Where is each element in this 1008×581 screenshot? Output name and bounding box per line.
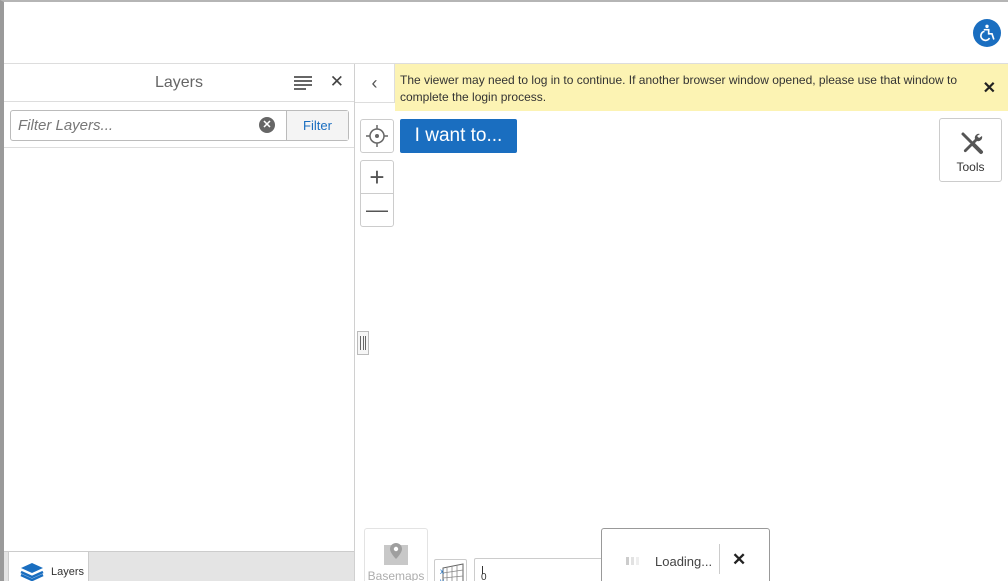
map-pin-icon: [384, 543, 408, 565]
loading-toast: Loading... ✕: [601, 528, 770, 581]
crosshair-icon: [366, 125, 388, 147]
basemaps-label: Basemaps: [367, 569, 425, 581]
filter-row: ✕ Filter: [4, 102, 354, 148]
accessibility-button[interactable]: [973, 19, 1001, 47]
login-notice-text: The viewer may need to log in to continu…: [400, 73, 957, 104]
accessibility-icon: [980, 24, 995, 42]
layers-panel-header: Layers ✕: [4, 64, 354, 102]
tab-layers[interactable]: Layers: [8, 551, 89, 581]
tools-label: Tools: [956, 160, 985, 174]
panel-resize-handle[interactable]: [357, 331, 369, 355]
list-menu-icon[interactable]: [294, 76, 312, 90]
scale-zero-label: 0: [481, 572, 487, 581]
scale-bar: 0: [474, 558, 614, 581]
coordinate-grid-button[interactable]: x y: [434, 559, 467, 581]
notice-close-button[interactable]: ✕: [983, 78, 996, 98]
app-window: Layers ✕ ✕ Filter Layers: [0, 0, 1008, 581]
top-bar: [4, 2, 1008, 64]
basemaps-button[interactable]: Basemaps: [364, 528, 428, 581]
clear-circle-icon[interactable]: ✕: [259, 117, 275, 133]
layers-stack-icon: [20, 563, 44, 581]
panel-tab-bar: Layers: [4, 551, 354, 581]
wrench-screwdriver-icon: [961, 132, 983, 154]
locate-button[interactable]: [360, 119, 394, 153]
loading-divider: [719, 544, 720, 574]
tools-button[interactable]: Tools: [939, 118, 1002, 182]
filter-button[interactable]: Filter: [286, 111, 348, 140]
layers-panel: Layers ✕ ✕ Filter Layers: [4, 64, 355, 581]
svg-text:y: y: [440, 577, 444, 581]
loading-spinner-icon: [626, 557, 642, 565]
loading-text: Loading...: [655, 554, 713, 569]
filter-layers-input[interactable]: [11, 111, 285, 140]
zoom-in-button[interactable]: +: [360, 160, 394, 194]
i-want-to-button[interactable]: I want to...: [400, 119, 517, 153]
collapse-panel-button[interactable]: ‹: [355, 64, 395, 103]
loading-close-button[interactable]: ✕: [732, 550, 746, 570]
filter-box: ✕ Filter: [10, 110, 349, 141]
svg-text:x: x: [440, 567, 444, 576]
layers-panel-close-button[interactable]: ✕: [330, 72, 344, 92]
map-area[interactable]: I want to... + — Tools Basemaps x 0 Load…: [355, 103, 1008, 581]
grid-icon: x y: [440, 563, 464, 581]
zoom-out-button[interactable]: —: [360, 193, 394, 227]
tab-layers-label: Layers: [51, 566, 85, 578]
